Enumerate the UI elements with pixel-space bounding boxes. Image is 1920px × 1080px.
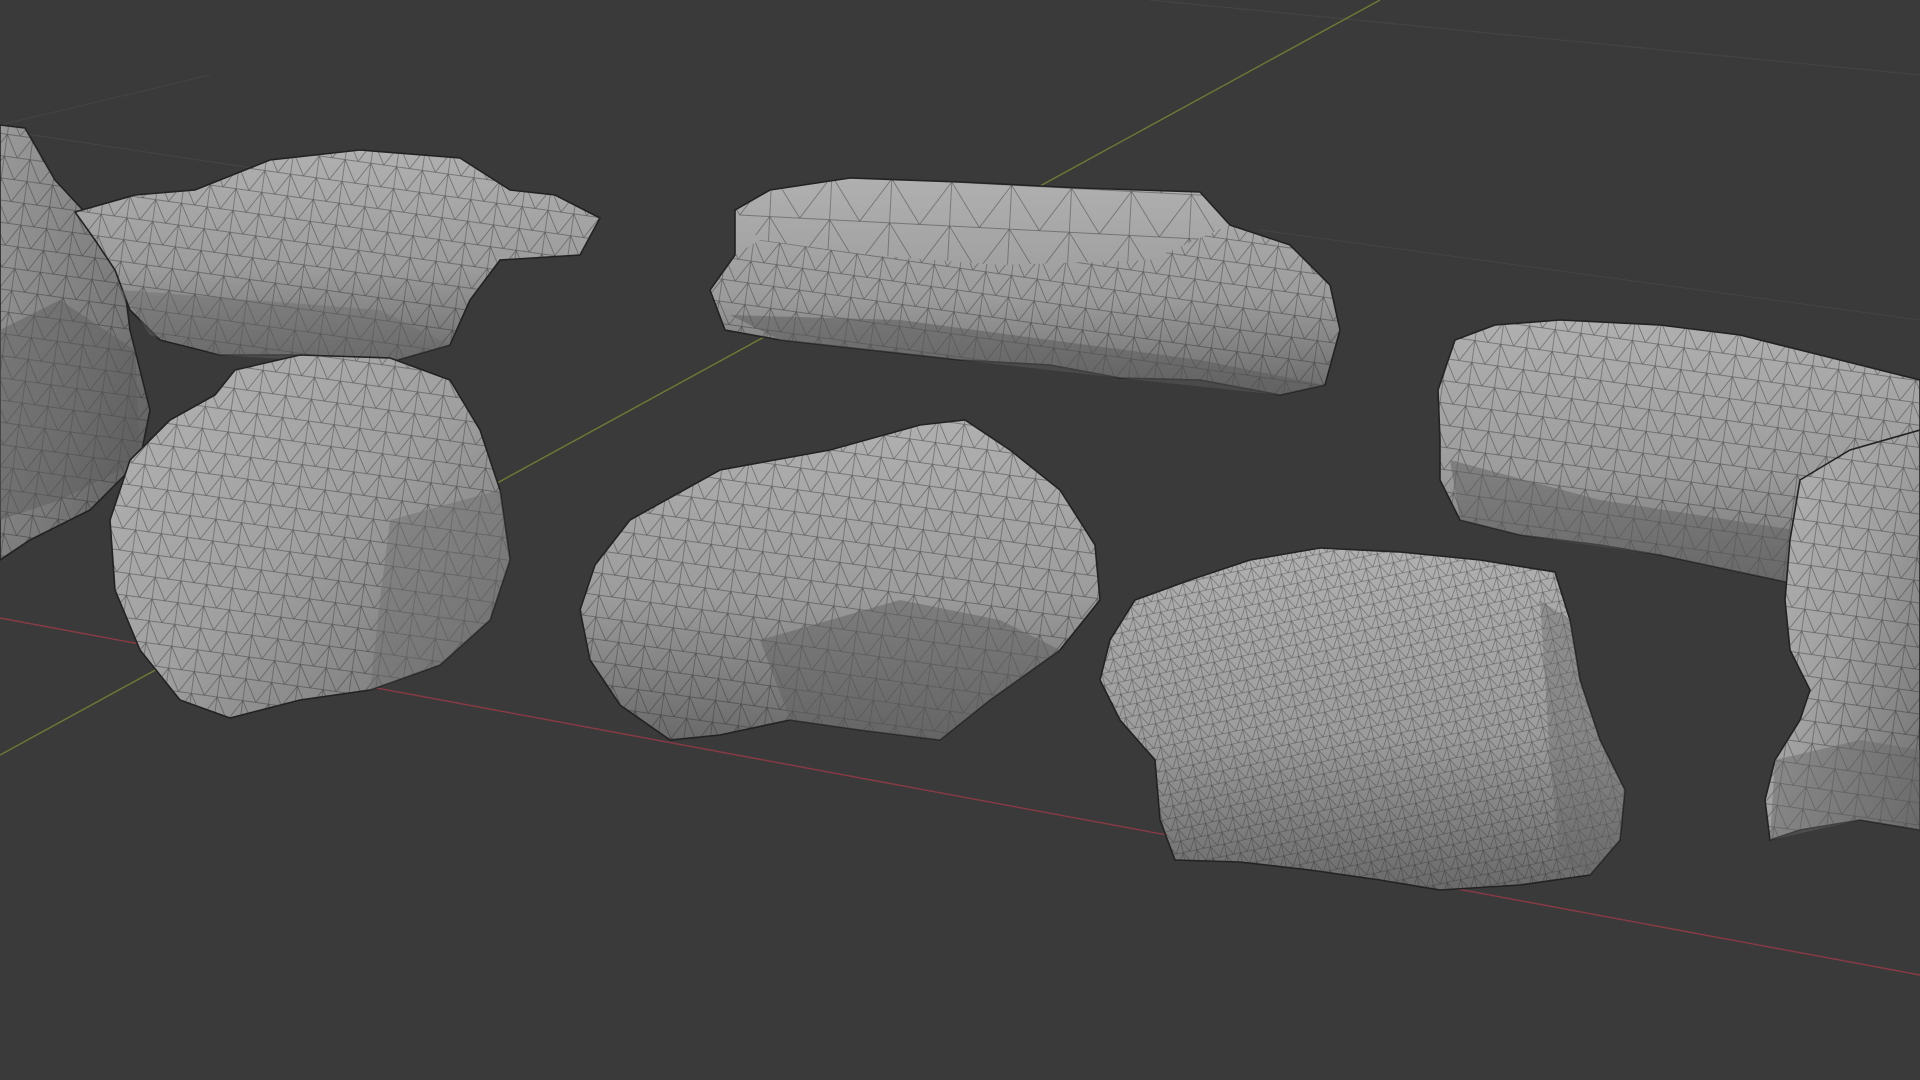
rock-left-boulder[interactable]	[109, 354, 511, 719]
3d-viewport[interactable]	[0, 0, 1920, 1080]
viewport-canvas[interactable]	[0, 0, 1920, 1080]
rock-top-left-flat[interactable]	[73, 149, 602, 366]
rock-center[interactable]	[579, 419, 1101, 741]
rock-center-right-dense[interactable]	[1099, 547, 1626, 891]
rock-top-center-slab[interactable]	[709, 177, 1341, 396]
